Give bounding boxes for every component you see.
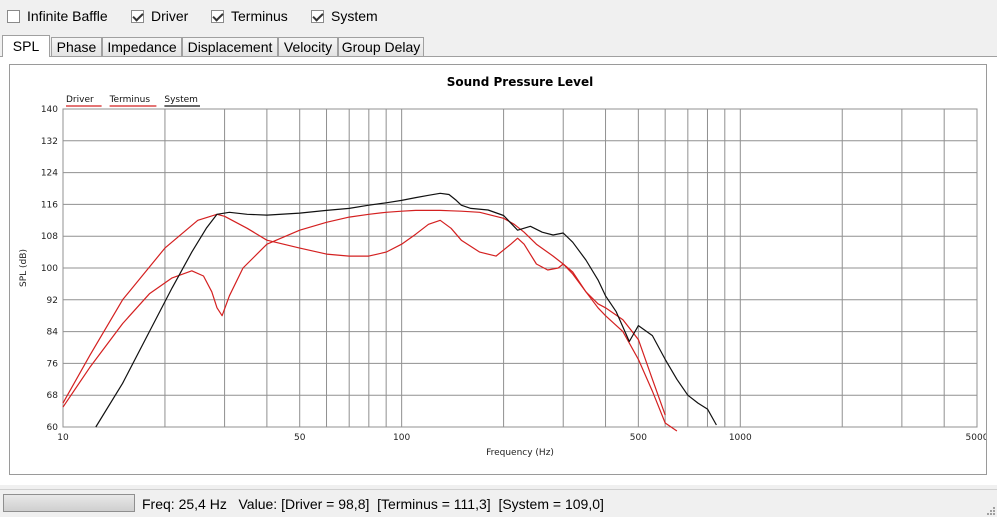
x-tick-label: 5000 — [966, 433, 986, 443]
x-tick-label: 100 — [393, 433, 410, 443]
spl-chart[interactable]: 60 68 76 84 92 100 108 116 124 132 140 10 50 100 500 10… — [10, 65, 986, 474]
checkbox-box[interactable] — [131, 9, 144, 23]
terminus-checkbox[interactable]: Terminus — [211, 6, 288, 26]
y-tick-label: 76 — [47, 359, 59, 369]
x-tick-label: 50 — [294, 433, 306, 443]
checkbox-box[interactable] — [211, 9, 224, 23]
resize-grip-icon[interactable] — [985, 505, 995, 515]
x-tick-label: 10 — [57, 433, 69, 443]
y-tick-label: 132 — [41, 137, 58, 147]
y-tick-label: 84 — [47, 328, 59, 338]
tab-strip: SPL Phase Impedance Displacement Velocit… — [0, 35, 997, 57]
infinite-baffle-checkbox[interactable]: Infinite Baffle — [7, 6, 108, 26]
y-tick-label: 140 — [41, 105, 58, 115]
checkbox-label: Terminus — [231, 8, 288, 24]
tab-panel: 60 68 76 84 92 100 108 116 124 132 140 10 50 100 500 10… — [0, 56, 997, 485]
tab-group-delay[interactable]: Group Delay — [338, 37, 424, 56]
legend-label: Terminus — [109, 95, 151, 105]
tab-displacement[interactable]: Displacement — [182, 37, 278, 56]
legend-label: Driver — [66, 95, 94, 105]
status-readout: Freq: 25,4 Hz Value: [Driver = 98,8] [Te… — [142, 494, 604, 514]
x-tick-label: 500 — [630, 433, 647, 443]
y-tick-label: 92 — [47, 296, 58, 306]
driver-readout: [Driver = 98,8] — [281, 496, 370, 512]
tab-velocity[interactable]: Velocity — [278, 37, 338, 56]
value-label: Value: — [238, 496, 278, 512]
legend-label: System — [164, 95, 198, 105]
progress-bar — [3, 494, 135, 512]
checkbox-label: Infinite Baffle — [27, 8, 108, 24]
y-tick-label: 60 — [47, 423, 59, 433]
status-bar: Freq: 25,4 Hz Value: [Driver = 98,8] [Te… — [0, 489, 997, 517]
terminus-readout: [Terminus = 111,3] — [377, 496, 491, 512]
chart-title: Sound Pressure Level — [447, 75, 594, 89]
system-readout: [System = 109,0] — [498, 496, 604, 512]
y-tick-label: 108 — [41, 232, 58, 242]
checkbox-label: System — [331, 8, 378, 24]
x-axis-label: Frequency (Hz) — [486, 448, 554, 458]
y-tick-label: 68 — [47, 391, 59, 401]
freq-readout: Freq: 25,4 Hz — [142, 496, 227, 512]
y-tick-label: 116 — [41, 200, 58, 210]
checkbox-box[interactable] — [7, 9, 20, 23]
driver-checkbox[interactable]: Driver — [131, 6, 188, 26]
y-tick-label: 100 — [41, 264, 58, 274]
tab-impedance[interactable]: Impedance — [102, 37, 182, 56]
y-tick-label: 124 — [41, 169, 58, 179]
tab-spl[interactable]: SPL — [2, 35, 50, 57]
toolbar: Infinite Baffle Driver Terminus System — [0, 0, 997, 32]
checkbox-label: Driver — [151, 8, 189, 24]
tab-phase[interactable]: Phase — [51, 37, 102, 56]
chart-frame: 60 68 76 84 92 100 108 116 124 132 140 10 50 100 500 10… — [9, 64, 987, 475]
system-checkbox[interactable]: System — [311, 6, 378, 26]
y-axis-label: SPL (dB) — [19, 249, 29, 287]
checkbox-box[interactable] — [311, 9, 324, 23]
x-tick-label: 1000 — [729, 433, 752, 443]
